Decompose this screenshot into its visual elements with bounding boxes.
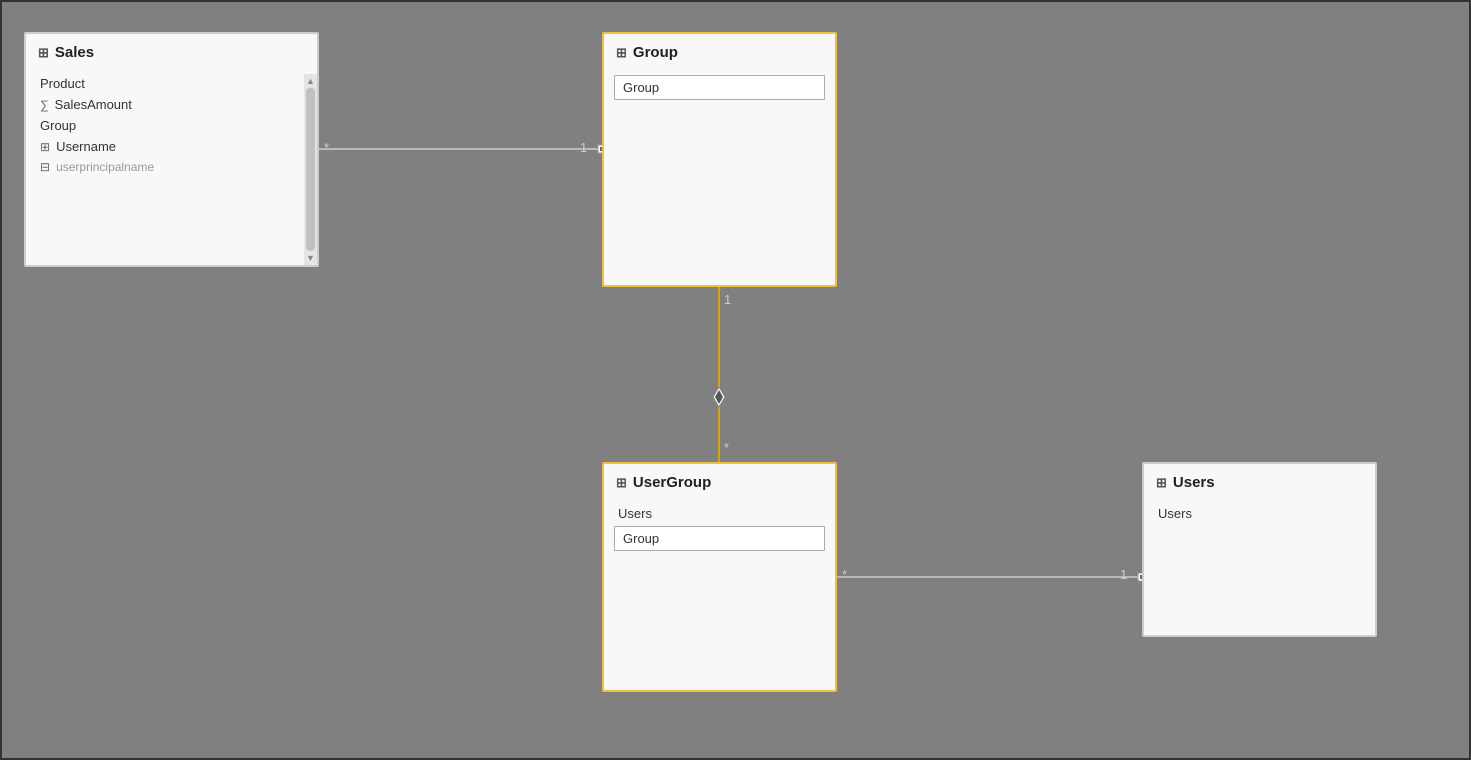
sales-upn-label: userprincipalname <box>56 160 154 174</box>
users-field-users: Users <box>1152 503 1367 524</box>
table-sales-header: ⊞ Sales <box>26 34 317 69</box>
sales-salesamount-label: SalesAmount <box>55 97 132 112</box>
group-usergroup-to-label: * <box>724 440 729 455</box>
table-sales-icon: ⊞ <box>38 45 49 61</box>
sales-field-product: Product <box>34 73 299 94</box>
table-users-body: Users <box>1144 499 1375 534</box>
table-users-icon: ⊞ <box>1156 475 1167 491</box>
table-sales-body: Product ∑ SalesAmount Group ⊞ Username ⊟… <box>26 69 317 187</box>
group-usergroup-from-label: 1 <box>724 292 731 307</box>
diagram-canvas: * 1 1 * * 1 ⊞ Sales ▲ ▼ Product ∑ SalesA… <box>2 2 1469 758</box>
table-users[interactable]: ⊞ Users Users <box>1142 462 1377 637</box>
users-users-label: Users <box>1158 506 1192 521</box>
table-usergroup-icon: ⊞ <box>616 475 627 491</box>
grid-icon-upn: ⊟ <box>40 160 50 174</box>
table-sales[interactable]: ⊞ Sales ▲ ▼ Product ∑ SalesAmount Group … <box>24 32 319 267</box>
sales-group-to-label: 1 <box>580 140 587 155</box>
table-usergroup-body: Users Group <box>604 499 835 563</box>
group-group-label: Group <box>623 80 659 95</box>
table-users-header: ⊞ Users <box>1144 464 1375 499</box>
sales-username-label: Username <box>56 139 116 154</box>
sales-group-label: Group <box>40 118 76 133</box>
usergroup-users-to-label: 1 <box>1120 567 1127 582</box>
group-field-group: Group <box>614 75 825 100</box>
usergroup-group-label: Group <box>623 531 659 546</box>
usergroup-users-from-label: * <box>842 567 847 582</box>
table-group-body: Group <box>604 69 835 112</box>
table-group-title: Group <box>633 44 678 61</box>
sales-field-salesamount: ∑ SalesAmount <box>34 94 299 115</box>
sales-field-username: ⊞ Username <box>34 136 299 157</box>
table-group-header: ⊞ Group <box>604 34 835 69</box>
table-usergroup[interactable]: ⊞ UserGroup Users Group <box>602 462 837 692</box>
sales-field-upn: ⊟ userprincipalname <box>34 157 299 177</box>
sigma-icon: ∑ <box>40 98 49 112</box>
table-group-icon: ⊞ <box>616 45 627 61</box>
usergroup-users-label: Users <box>618 506 652 521</box>
grid-icon-username: ⊞ <box>40 140 50 154</box>
table-sales-title: Sales <box>55 44 94 61</box>
usergroup-field-group: Group <box>614 526 825 551</box>
table-group[interactable]: ⊞ Group Group <box>602 32 837 287</box>
table-usergroup-header: ⊞ UserGroup <box>604 464 835 499</box>
sales-group-from-label: * <box>324 140 329 155</box>
usergroup-field-users: Users <box>612 503 827 524</box>
table-usergroup-title: UserGroup <box>633 474 711 491</box>
table-users-title: Users <box>1173 474 1215 491</box>
sales-field-group: Group <box>34 115 299 136</box>
sales-product-label: Product <box>40 76 85 91</box>
